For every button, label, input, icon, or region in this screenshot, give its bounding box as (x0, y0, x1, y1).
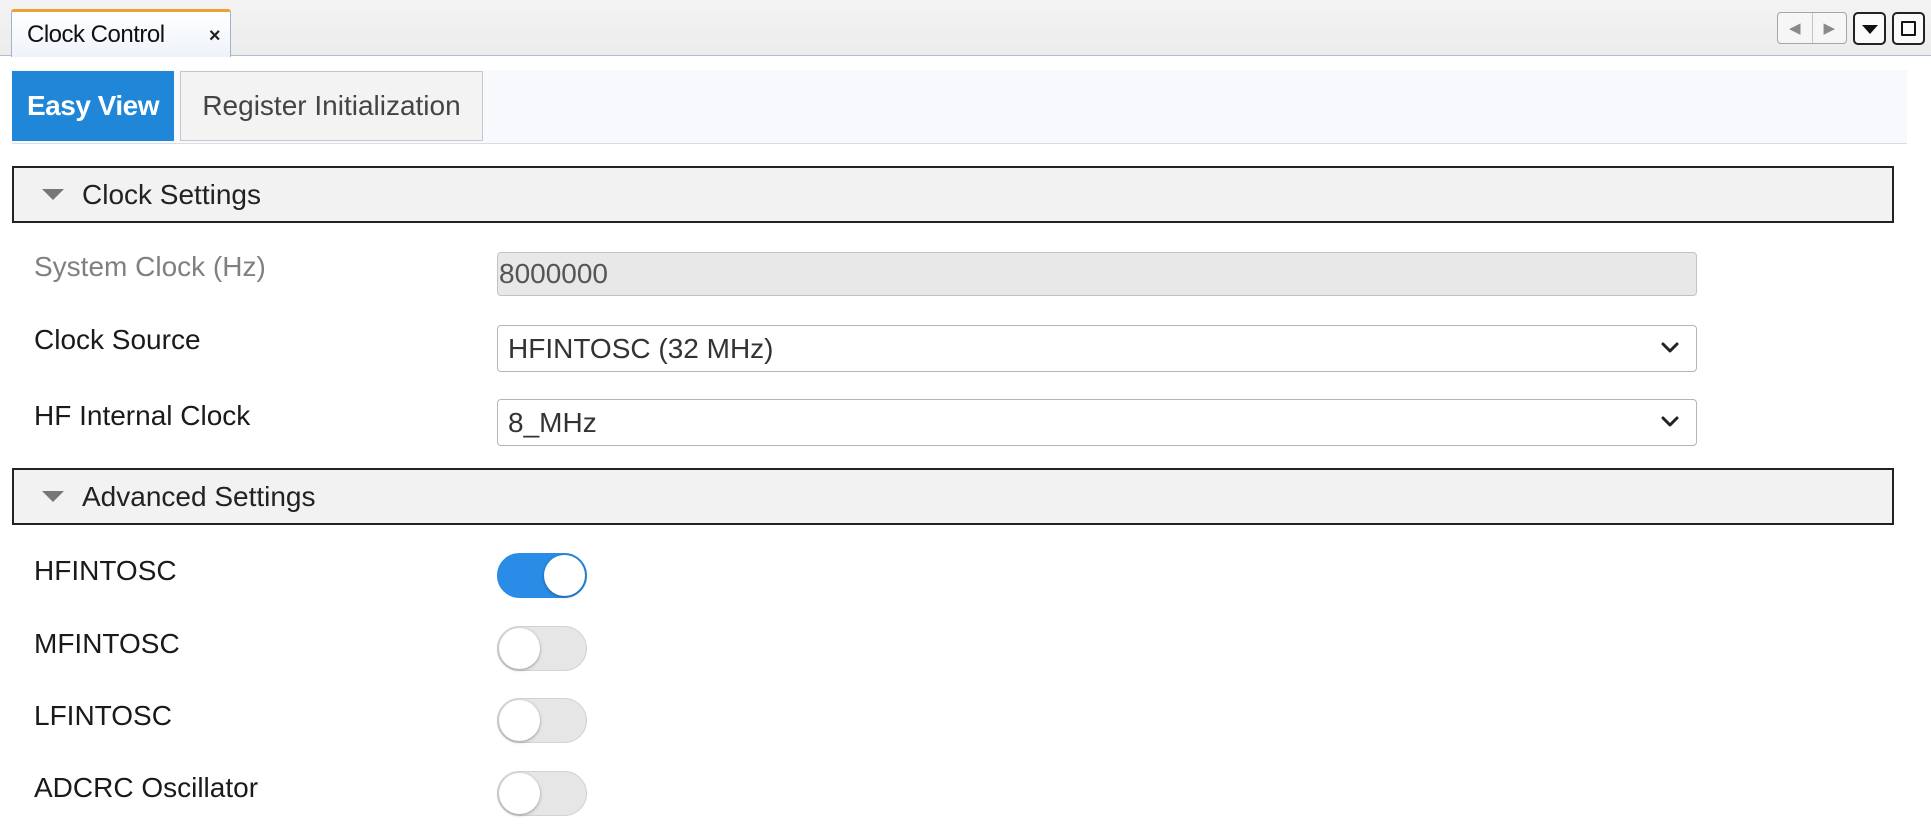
clock-source-label: Clock Source (34, 324, 201, 355)
lfintosc-label: LFINTOSC (34, 700, 172, 731)
section-title: Clock Settings (82, 178, 261, 210)
menu-down-icon (1861, 25, 1878, 34)
system-clock-label: System Clock (Hz) (34, 251, 266, 282)
mfintosc-label: MFINTOSC (34, 628, 180, 659)
hf-internal-clock-dropdown[interactable]: 8_MHz (497, 399, 1697, 446)
advanced-settings-header[interactable]: Advanced Settings (12, 468, 1894, 525)
chevron-down-icon (1661, 416, 1679, 427)
hfintosc-toggle[interactable] (497, 553, 587, 598)
tab-easy-view[interactable]: Easy View (12, 71, 174, 141)
nav-left-icon[interactable]: ◀ (1778, 13, 1812, 43)
close-icon[interactable]: × (209, 25, 221, 48)
window-controls: ◀ ▶ (1777, 10, 1925, 46)
collapse-arrow-icon (42, 189, 64, 200)
tab-register-initialization[interactable]: Register Initialization (180, 71, 483, 141)
hf-internal-clock-label: HF Internal Clock (34, 400, 251, 431)
hf-internal-clock-value: 8_MHz (508, 407, 597, 438)
chevron-down-icon (1661, 342, 1679, 353)
adcrc-oscillator-label: ADCRC Oscillator (34, 772, 259, 803)
collapse-arrow-icon (42, 491, 64, 502)
nav-right-icon[interactable]: ▶ (1811, 13, 1847, 43)
clock-control-view-tab[interactable]: Clock Control × (11, 9, 231, 57)
clock-source-dropdown[interactable]: HFINTOSC (32 MHz) (497, 325, 1697, 372)
section-title: Advanced Settings (82, 480, 316, 512)
subtab-bar: Easy View Register Initialization (12, 70, 1907, 144)
toggle-knob (544, 555, 585, 596)
view-tab-title: Clock Control (27, 20, 165, 48)
maximize-icon (1901, 20, 1916, 36)
clock-source-value: HFINTOSC (32 MHz) (508, 333, 774, 364)
toggle-knob (499, 700, 540, 741)
view-menu-button[interactable] (1853, 11, 1886, 45)
adcrc-oscillator-toggle[interactable] (497, 771, 587, 816)
view-tab-bar: Clock Control × ◀ ▶ (0, 0, 1931, 57)
mfintosc-toggle[interactable] (497, 626, 587, 671)
toggle-knob (499, 773, 540, 814)
lfintosc-toggle[interactable] (497, 698, 587, 743)
hfintosc-label: HFINTOSC (34, 555, 177, 586)
toggle-knob (499, 628, 540, 669)
view-navigation: ◀ ▶ (1777, 12, 1847, 44)
clock-settings-header[interactable]: Clock Settings (12, 166, 1894, 223)
system-clock-field: 8000000 (497, 252, 1697, 296)
maximize-button[interactable] (1892, 11, 1925, 45)
